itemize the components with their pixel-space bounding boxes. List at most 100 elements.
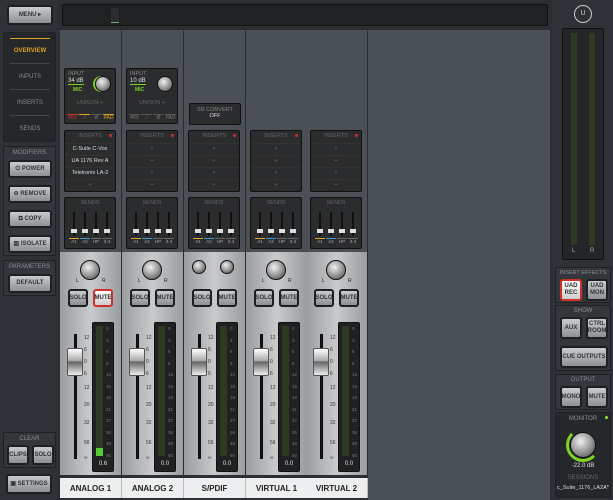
send-fader-cap[interactable] (104, 229, 110, 233)
default-button[interactable]: DEFAULT (8, 274, 52, 293)
send-fader-cap[interactable] (133, 229, 139, 233)
solo-button[interactable]: SOLO (192, 289, 212, 307)
fader-handle[interactable] (253, 348, 269, 376)
ctrl-room-button[interactable]: CTRL ROOM (586, 317, 608, 339)
input-toggle-pad[interactable]: PAD (165, 114, 176, 121)
insert-slot[interactable]: + (65, 179, 115, 190)
input-toggle-phase[interactable]: Ø (153, 114, 164, 121)
pan-knob[interactable] (80, 260, 100, 280)
mute-button[interactable]: MUTE (339, 289, 359, 307)
input-toggle-lowcut[interactable]: ⟋ (141, 114, 152, 121)
input-toggle-lowcut[interactable]: ⟋ (79, 114, 90, 121)
insert-slot[interactable]: + (311, 155, 361, 166)
solo-button[interactable]: SOLO (254, 289, 274, 307)
send-fader-cap[interactable] (71, 229, 77, 233)
input-type[interactable]: MIC (73, 87, 82, 93)
isolate-button[interactable]: ▥ ISOLATE (8, 235, 52, 253)
send-fader-cap[interactable] (350, 229, 356, 233)
input-type[interactable]: MIC (135, 87, 144, 93)
insert-slot[interactable]: + (311, 179, 361, 190)
insert-slot[interactable]: + (311, 167, 361, 178)
fader-handle[interactable] (191, 348, 207, 376)
input-toggle-48v[interactable]: 48V (67, 114, 78, 121)
send-fader-cap[interactable] (328, 229, 334, 233)
nav-inserts[interactable]: INSERTS (10, 91, 50, 116)
input-toggle-pad[interactable]: PAD (103, 114, 114, 121)
send-fader-cap[interactable] (279, 229, 285, 233)
channel-name[interactable]: VIRTUAL 2 (306, 478, 368, 498)
gain-knob[interactable] (95, 76, 111, 92)
send-fader-cap[interactable] (339, 229, 345, 233)
send-fader-cap[interactable] (144, 229, 150, 233)
session-name[interactable]: c_Suite_1176_LA2A* (556, 485, 610, 491)
insert-slot[interactable]: + (251, 167, 301, 178)
send-fader-cap[interactable] (317, 229, 323, 233)
channel-name[interactable]: ANALOG 2 (122, 478, 184, 498)
insert-slot[interactable]: + (127, 179, 177, 190)
insert-slot[interactable]: + (127, 167, 177, 178)
power-button[interactable]: ⏻ POWER (8, 160, 52, 178)
pan-knob[interactable] (266, 260, 286, 280)
insert-slot[interactable]: C-Suite C-Vox (65, 143, 115, 154)
settings-button[interactable]: ▣ SETTINGS (6, 474, 52, 494)
insert-slot[interactable]: + (311, 143, 361, 154)
menu-button[interactable]: MENU ▸ (7, 5, 53, 25)
solo-button[interactable]: SOLO (130, 289, 150, 307)
send-fader-cap[interactable] (217, 229, 223, 233)
monitor-knob[interactable] (570, 432, 596, 458)
solo-button[interactable]: SOLO (68, 289, 88, 307)
input-toggle-phase[interactable]: Ø (91, 114, 102, 121)
mute-button[interactable]: MUTE (217, 289, 237, 307)
unison-selector[interactable]: UNISON + (127, 100, 177, 106)
fader-handle[interactable] (313, 348, 329, 376)
insert-slot[interactable]: + (251, 143, 301, 154)
insert-slot[interactable]: + (189, 167, 239, 178)
mute-button[interactable]: MUTE (93, 289, 113, 307)
insert-slot[interactable]: Teletronix LA-2 (65, 167, 115, 178)
insert-slot[interactable]: UA 1176 Rev A (65, 155, 115, 166)
unison-selector[interactable]: UNISON + (65, 100, 115, 106)
insert-slot[interactable]: + (251, 155, 301, 166)
send-fader-cap[interactable] (290, 229, 296, 233)
solo-button[interactable]: SOLO (314, 289, 334, 307)
send-fader-cap[interactable] (82, 229, 88, 233)
pan-knob[interactable] (142, 260, 162, 280)
cue-outputs-button[interactable]: CUE OUTPUTS (560, 346, 608, 368)
clear-clips-button[interactable]: CLIPS (7, 445, 29, 465)
gain-knob[interactable] (157, 76, 173, 92)
sr-convert-button[interactable]: SR CONVERT OFF (189, 103, 241, 125)
nav-overview[interactable]: OVERVIEW (10, 38, 50, 64)
send-fader-cap[interactable] (206, 229, 212, 233)
aux-button[interactable]: AUX (560, 317, 582, 339)
send-fader-cap[interactable] (195, 229, 201, 233)
remove-button[interactable]: ⊖ REMOVE (8, 185, 52, 203)
send-fader-cap[interactable] (268, 229, 274, 233)
insert-slot[interactable]: + (189, 155, 239, 166)
send-fader-cap[interactable] (155, 229, 161, 233)
pan-knob[interactable] (192, 260, 206, 274)
mute-button[interactable]: MUTE (279, 289, 299, 307)
copy-button[interactable]: ⧉ COPY (8, 210, 52, 228)
insert-slot[interactable]: + (189, 143, 239, 154)
fader-handle[interactable] (67, 348, 83, 376)
send-fader-cap[interactable] (257, 229, 263, 233)
channel-name[interactable]: S/PDIF (184, 478, 246, 498)
mute-button[interactable]: MUTE (155, 289, 175, 307)
channel-name[interactable]: VIRTUAL 1 (246, 478, 308, 498)
send-fader-cap[interactable] (93, 229, 99, 233)
uad-mon-button[interactable]: UAD MON (586, 279, 608, 301)
overview-window[interactable] (111, 8, 119, 23)
pan-knob[interactable] (220, 260, 234, 274)
input-toggle-48v[interactable]: 48V (129, 114, 140, 121)
output-mute-button[interactable]: MUTE (586, 386, 608, 408)
channel-name[interactable]: ANALOG 1 (60, 478, 122, 498)
nav-inputs[interactable]: INPUTS (10, 65, 50, 90)
send-fader-cap[interactable] (166, 229, 172, 233)
uad-rec-button[interactable]: UAD REC (560, 279, 582, 301)
insert-slot[interactable]: + (251, 179, 301, 190)
nav-sends[interactable]: SENDS (10, 117, 50, 141)
fader-handle[interactable] (129, 348, 145, 376)
send-fader-cap[interactable] (228, 229, 234, 233)
insert-slot[interactable]: + (127, 143, 177, 154)
insert-slot[interactable]: + (189, 179, 239, 190)
